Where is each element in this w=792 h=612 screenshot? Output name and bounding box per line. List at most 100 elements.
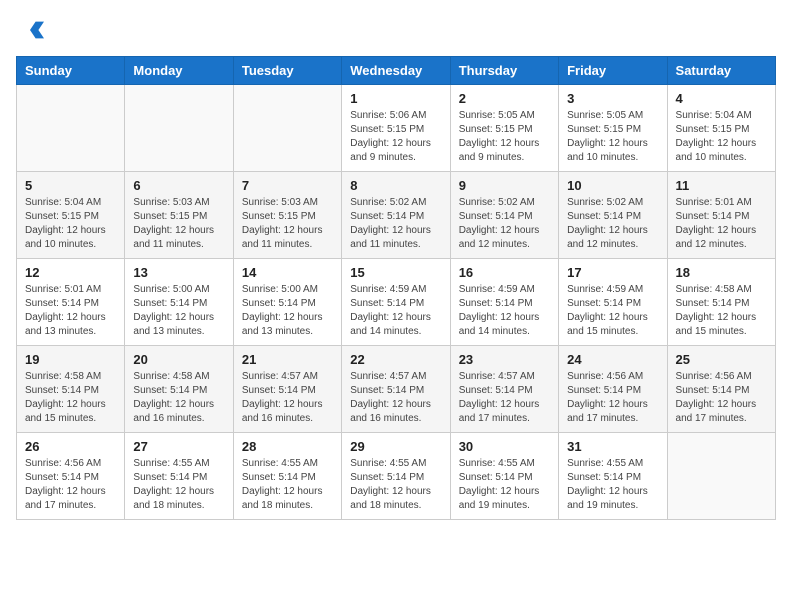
- day-info: Sunrise: 5:02 AM Sunset: 5:14 PM Dayligh…: [567, 196, 658, 252]
- day-number: 1: [350, 91, 441, 106]
- col-header-sunday: Sunday: [17, 57, 125, 85]
- day-info: Sunrise: 5:05 AM Sunset: 5:15 PM Dayligh…: [459, 109, 550, 165]
- col-header-saturday: Saturday: [667, 57, 775, 85]
- calendar-cell: 19 Sunrise: 4:58 AM Sunset: 5:14 PM Dayli…: [17, 346, 125, 433]
- day-number: 26: [25, 439, 116, 454]
- day-info: Sunrise: 4:58 AM Sunset: 5:14 PM Dayligh…: [25, 370, 116, 426]
- calendar-cell: 7 Sunrise: 5:03 AM Sunset: 5:15 PM Daylig…: [233, 172, 341, 259]
- day-number: 6: [133, 178, 224, 193]
- calendar-cell: 8 Sunrise: 5:02 AM Sunset: 5:14 PM Daylig…: [342, 172, 450, 259]
- day-info: Sunrise: 5:00 AM Sunset: 5:14 PM Dayligh…: [242, 283, 333, 339]
- day-number: 28: [242, 439, 333, 454]
- day-number: 8: [350, 178, 441, 193]
- calendar-week-row: 1 Sunrise: 5:06 AM Sunset: 5:15 PM Daylig…: [17, 85, 776, 172]
- calendar-cell: 2 Sunrise: 5:05 AM Sunset: 5:15 PM Daylig…: [450, 85, 558, 172]
- day-info: Sunrise: 4:56 AM Sunset: 5:14 PM Dayligh…: [676, 370, 767, 426]
- day-number: 27: [133, 439, 224, 454]
- day-info: Sunrise: 4:58 AM Sunset: 5:14 PM Dayligh…: [676, 283, 767, 339]
- day-number: 2: [459, 91, 550, 106]
- day-number: 29: [350, 439, 441, 454]
- calendar-cell: 9 Sunrise: 5:02 AM Sunset: 5:14 PM Daylig…: [450, 172, 558, 259]
- day-number: 18: [676, 265, 767, 280]
- day-number: 3: [567, 91, 658, 106]
- day-number: 30: [459, 439, 550, 454]
- calendar-cell: 29 Sunrise: 4:55 AM Sunset: 5:14 PM Dayli…: [342, 433, 450, 520]
- day-number: 25: [676, 352, 767, 367]
- calendar-week-row: 12 Sunrise: 5:01 AM Sunset: 5:14 PM Dayli…: [17, 259, 776, 346]
- day-info: Sunrise: 5:01 AM Sunset: 5:14 PM Dayligh…: [25, 283, 116, 339]
- calendar-week-row: 19 Sunrise: 4:58 AM Sunset: 5:14 PM Dayli…: [17, 346, 776, 433]
- day-number: 17: [567, 265, 658, 280]
- calendar-cell: 5 Sunrise: 5:04 AM Sunset: 5:15 PM Daylig…: [17, 172, 125, 259]
- day-info: Sunrise: 4:59 AM Sunset: 5:14 PM Dayligh…: [350, 283, 441, 339]
- day-info: Sunrise: 5:02 AM Sunset: 5:14 PM Dayligh…: [459, 196, 550, 252]
- day-number: 21: [242, 352, 333, 367]
- day-number: 5: [25, 178, 116, 193]
- day-number: 23: [459, 352, 550, 367]
- col-header-wednesday: Wednesday: [342, 57, 450, 85]
- col-header-thursday: Thursday: [450, 57, 558, 85]
- day-info: Sunrise: 5:02 AM Sunset: 5:14 PM Dayligh…: [350, 196, 441, 252]
- day-info: Sunrise: 4:55 AM Sunset: 5:14 PM Dayligh…: [242, 457, 333, 513]
- day-number: 19: [25, 352, 116, 367]
- day-info: Sunrise: 4:57 AM Sunset: 5:14 PM Dayligh…: [459, 370, 550, 426]
- day-info: Sunrise: 4:55 AM Sunset: 5:14 PM Dayligh…: [350, 457, 441, 513]
- calendar-cell: 20 Sunrise: 4:58 AM Sunset: 5:14 PM Dayli…: [125, 346, 233, 433]
- day-info: Sunrise: 5:03 AM Sunset: 5:15 PM Dayligh…: [133, 196, 224, 252]
- logo: [16, 16, 48, 44]
- calendar-cell: 30 Sunrise: 4:55 AM Sunset: 5:14 PM Dayli…: [450, 433, 558, 520]
- day-info: Sunrise: 4:57 AM Sunset: 5:14 PM Dayligh…: [350, 370, 441, 426]
- calendar-cell: 16 Sunrise: 4:59 AM Sunset: 5:14 PM Dayli…: [450, 259, 558, 346]
- calendar-cell: 24Sunrise: 4:56 AM Sunset: 5:14 PM Dayli…: [559, 346, 667, 433]
- col-header-monday: Monday: [125, 57, 233, 85]
- day-number: 12: [25, 265, 116, 280]
- calendar-cell: 4 Sunrise: 5:04 AM Sunset: 5:15 PM Daylig…: [667, 85, 775, 172]
- day-number: 20: [133, 352, 224, 367]
- col-header-tuesday: Tuesday: [233, 57, 341, 85]
- day-info: Sunrise: 5:04 AM Sunset: 5:15 PM Dayligh…: [676, 109, 767, 165]
- calendar-cell: 27 Sunrise: 4:55 AM Sunset: 5:14 PM Dayli…: [125, 433, 233, 520]
- calendar-cell: [667, 433, 775, 520]
- day-info: Sunrise: 4:56 AM Sunset: 5:14 PM Dayligh…: [25, 457, 116, 513]
- calendar-cell: 31 Sunrise: 4:55 AM Sunset: 5:14 PM Dayli…: [559, 433, 667, 520]
- day-info: Sunrise: 5:03 AM Sunset: 5:15 PM Dayligh…: [242, 196, 333, 252]
- day-number: 11: [676, 178, 767, 193]
- calendar-cell: 12 Sunrise: 5:01 AM Sunset: 5:14 PM Dayli…: [17, 259, 125, 346]
- day-number: 16: [459, 265, 550, 280]
- day-info: Sunrise: 4:57 AM Sunset: 5:14 PM Dayligh…: [242, 370, 333, 426]
- day-info: Sunrise: 4:55 AM Sunset: 5:14 PM Dayligh…: [459, 457, 550, 513]
- calendar-cell: 26 Sunrise: 4:56 AM Sunset: 5:14 PM Dayli…: [17, 433, 125, 520]
- calendar-cell: 25 Sunrise: 4:56 AM Sunset: 5:14 PM Dayli…: [667, 346, 775, 433]
- calendar-cell: 13Sunrise: 5:00 AM Sunset: 5:14 PM Dayli…: [125, 259, 233, 346]
- calendar-week-row: 26 Sunrise: 4:56 AM Sunset: 5:14 PM Dayli…: [17, 433, 776, 520]
- day-number: 14: [242, 265, 333, 280]
- calendar-cell: 6 Sunrise: 5:03 AM Sunset: 5:15 PM Daylig…: [125, 172, 233, 259]
- logo-icon: [16, 16, 44, 44]
- calendar-table: SundayMondayTuesdayWednesdayThursdayFrid…: [16, 56, 776, 520]
- day-number: 9: [459, 178, 550, 193]
- calendar-cell: 17Sunrise: 4:59 AM Sunset: 5:14 PM Dayli…: [559, 259, 667, 346]
- calendar-cell: 3 Sunrise: 5:05 AM Sunset: 5:15 PM Daylig…: [559, 85, 667, 172]
- calendar-cell: 1 Sunrise: 5:06 AM Sunset: 5:15 PM Daylig…: [342, 85, 450, 172]
- day-info: Sunrise: 5:05 AM Sunset: 5:15 PM Dayligh…: [567, 109, 658, 165]
- day-info: Sunrise: 5:01 AM Sunset: 5:14 PM Dayligh…: [676, 196, 767, 252]
- day-info: Sunrise: 4:58 AM Sunset: 5:14 PM Dayligh…: [133, 370, 224, 426]
- calendar-cell: [233, 85, 341, 172]
- calendar-cell: 18 Sunrise: 4:58 AM Sunset: 5:14 PM Dayli…: [667, 259, 775, 346]
- calendar-cell: 11 Sunrise: 5:01 AM Sunset: 5:14 PM Dayli…: [667, 172, 775, 259]
- day-info: Sunrise: 5:06 AM Sunset: 5:15 PM Dayligh…: [350, 109, 441, 165]
- day-number: 7: [242, 178, 333, 193]
- calendar-cell: [125, 85, 233, 172]
- calendar-header-row: SundayMondayTuesdayWednesdayThursdayFrid…: [17, 57, 776, 85]
- day-info: Sunrise: 4:55 AM Sunset: 5:14 PM Dayligh…: [567, 457, 658, 513]
- day-info: Sunrise: 5:04 AM Sunset: 5:15 PM Dayligh…: [25, 196, 116, 252]
- day-info: Sunrise: 5:00 AM Sunset: 5:14 PM Dayligh…: [133, 283, 224, 339]
- day-number: 24: [567, 352, 658, 367]
- page-header: [16, 16, 776, 44]
- calendar-cell: [17, 85, 125, 172]
- day-info: Sunrise: 4:59 AM Sunset: 5:14 PM Dayligh…: [459, 283, 550, 339]
- day-number: 22: [350, 352, 441, 367]
- day-info: Sunrise: 4:55 AM Sunset: 5:14 PM Dayligh…: [133, 457, 224, 513]
- day-number: 4: [676, 91, 767, 106]
- day-number: 31: [567, 439, 658, 454]
